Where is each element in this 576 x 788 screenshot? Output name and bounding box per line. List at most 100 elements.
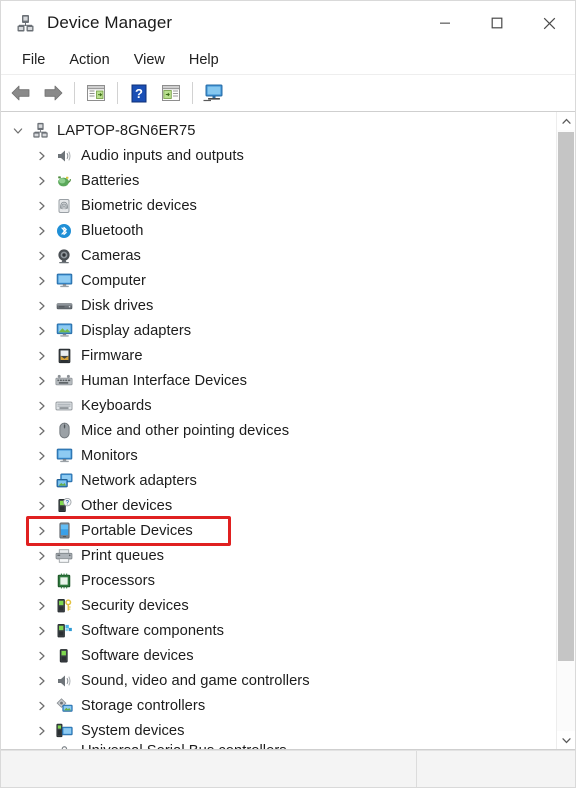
expand-chevron-right-icon[interactable] [31,201,53,211]
scrollbar-thumb[interactable] [558,132,574,661]
tree-item-audio-inputs-and-outputs[interactable]: Audio inputs and outputs [1,143,556,168]
vertical-scrollbar[interactable] [556,112,575,749]
device-tree-panel: LAPTOP-8GN6ER75 Audio inputs and outputs… [1,112,575,750]
tree-item-label: Human Interface Devices [81,372,248,389]
tree-item-security-devices[interactable]: Security devices [1,593,556,618]
disk-drive-icon [53,297,75,315]
help-icon[interactable]: ? [124,78,154,108]
expand-chevron-right-icon[interactable] [31,551,53,561]
expand-chevron-right-icon[interactable] [31,526,53,536]
tree-item-print-queues[interactable]: Print queues [1,543,556,568]
tree-item-system-devices[interactable]: System devices [1,718,556,743]
tree-item-software-devices[interactable]: Software devices [1,643,556,668]
properties-icon[interactable] [81,78,111,108]
device-manager-icon [15,13,35,33]
maximize-button[interactable] [471,1,523,45]
status-bar [1,750,575,787]
tree-item-cameras[interactable]: Cameras [1,243,556,268]
tree-item-label: Disk drives [81,297,154,314]
tree-item-keyboards[interactable]: Keyboards [1,393,556,418]
expand-chevron-right-icon[interactable] [31,743,53,749]
menu-item-help[interactable]: Help [178,49,230,71]
tree-item-label: Monitors [81,447,138,464]
menu-item-action[interactable]: Action [58,49,120,71]
other-devices-warning-icon: ? [53,497,75,515]
expand-chevron-right-icon[interactable] [31,726,53,736]
tree-item-sound-video-and-game-controllers[interactable]: Sound, video and game controllers [1,668,556,693]
fingerprint-icon [53,197,75,215]
expand-chevron-right-icon[interactable] [31,501,53,511]
tree-item-display-adapters[interactable]: Display adapters [1,318,556,343]
expand-chevron-right-icon[interactable] [31,151,53,161]
update-driver-icon[interactable] [156,78,186,108]
tree-item-universal-serial-bus-controllers[interactable]: Universal Serial Bus controllers [1,743,556,749]
expand-chevron-right-icon[interactable] [31,226,53,236]
expand-chevron-right-icon[interactable] [31,301,53,311]
tree-item-storage-controllers[interactable]: Storage controllers [1,693,556,718]
expand-chevron-right-icon[interactable] [31,626,53,636]
expand-chevron-right-icon[interactable] [31,251,53,261]
tree-item-biometric-devices[interactable]: Biometric devices [1,193,556,218]
tree-item-mice-and-other-pointing-devices[interactable]: Mice and other pointing devices [1,418,556,443]
tree-item-label: Software devices [81,647,194,664]
expand-chevron-right-icon[interactable] [31,276,53,286]
software-device-icon [53,647,75,665]
window-title: Device Manager [47,13,173,32]
tree-item-label: Batteries [81,172,140,189]
minimize-button[interactable] [419,1,471,45]
tree-item-disk-drives[interactable]: Disk drives [1,293,556,318]
forward-arrow-icon[interactable] [38,78,68,108]
close-button[interactable] [523,1,575,45]
expand-chevron-right-icon[interactable] [31,426,53,436]
expand-chevron-right-icon[interactable] [31,176,53,186]
expand-chevron-right-icon[interactable] [31,476,53,486]
tree-item-human-interface-devices[interactable]: Human Interface Devices [1,368,556,393]
tree-item-computer[interactable]: Computer [1,268,556,293]
security-device-icon [53,597,75,615]
tree-item-network-adapters[interactable]: Network adapters [1,468,556,493]
scroll-down-arrow-icon[interactable] [557,731,575,749]
scrollbar-track[interactable] [557,130,575,731]
expand-chevron-right-icon[interactable] [31,351,53,361]
tree-item-label: Bluetooth [81,222,144,239]
storage-controller-icon [53,697,75,715]
scroll-up-arrow-icon[interactable] [557,112,575,130]
tree-item-label: Mice and other pointing devices [81,422,290,439]
back-arrow-icon[interactable] [6,78,36,108]
software-component-icon [53,622,75,640]
expand-chevron-right-icon[interactable] [31,701,53,711]
tree-item-label: Software components [81,622,225,639]
tree-item-label: Keyboards [81,397,152,414]
tree-root-label: LAPTOP-8GN6ER75 [57,122,196,139]
expand-chevron-right-icon[interactable] [31,676,53,686]
expand-chevron-right-icon[interactable] [31,451,53,461]
expand-chevron-down-icon[interactable] [7,127,29,135]
tree-item-processors[interactable]: Processors [1,568,556,593]
status-bar-left-segment [1,751,417,787]
expand-chevron-right-icon[interactable] [31,326,53,336]
expand-chevron-right-icon[interactable] [31,576,53,586]
menu-item-view[interactable]: View [123,49,176,71]
expand-chevron-right-icon[interactable] [31,376,53,386]
expand-chevron-right-icon[interactable] [31,651,53,661]
processor-icon [53,572,75,590]
speaker-icon [53,147,75,165]
tree-item-software-components[interactable]: Software components [1,618,556,643]
status-bar-right-segment [417,751,575,787]
expand-chevron-right-icon[interactable] [31,401,53,411]
menu-item-file[interactable]: File [11,49,56,71]
menu-bar: File Action View Help [1,45,575,75]
tree-item-label: Portable Devices [81,522,193,539]
tree-root-node[interactable]: LAPTOP-8GN6ER75 [1,118,556,143]
tree-item-firmware[interactable]: Firmware [1,343,556,368]
toolbar: ? [1,75,575,112]
tree-item-monitors[interactable]: Monitors [1,443,556,468]
tree-item-bluetooth[interactable]: Bluetooth [1,218,556,243]
expand-chevron-right-icon[interactable] [31,601,53,611]
tree-item-other-devices[interactable]: ? Other devices [1,493,556,518]
scan-hardware-icon[interactable] [199,78,229,108]
tree-item-label: Firmware [81,347,143,364]
tree-item-portable-devices[interactable]: Portable Devices [1,518,556,543]
tree-item-batteries[interactable]: Batteries [1,168,556,193]
device-tree[interactable]: LAPTOP-8GN6ER75 Audio inputs and outputs… [1,112,556,749]
